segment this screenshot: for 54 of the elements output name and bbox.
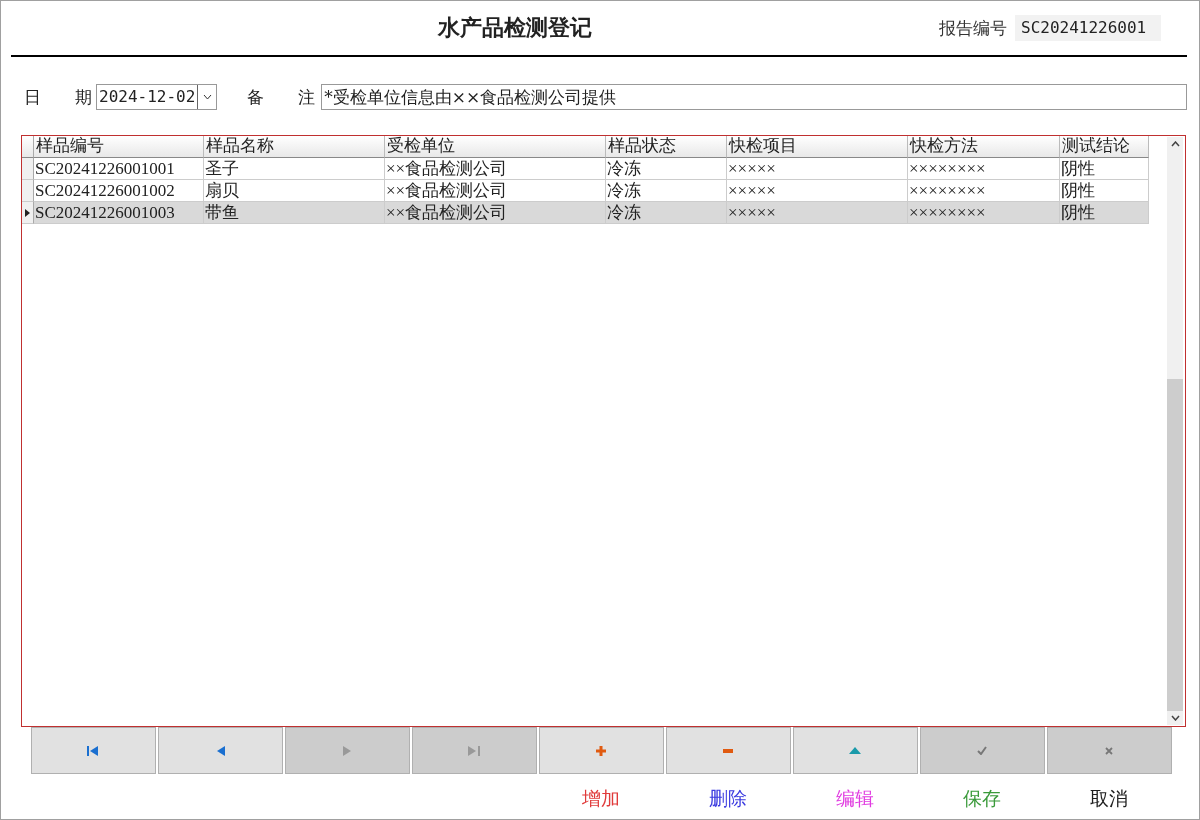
report-number-field[interactable]: SC20241226001 [1015, 15, 1161, 41]
remark-label: 备 注 [247, 85, 316, 109]
table-cell: ×××××××× [908, 158, 1060, 180]
table-cell: 阴性 [1060, 158, 1149, 180]
form-title: 水产品检测登记 [436, 13, 593, 42]
table-cell: 带鱼 [204, 202, 385, 224]
add-button[interactable] [538, 727, 664, 774]
remark-field[interactable]: *受检单位信息由××食品检测公司提供 [321, 84, 1187, 110]
table-cell: SC20241226001003 [34, 202, 204, 224]
table-cell: ××××× [727, 202, 908, 224]
prev-button[interactable] [157, 727, 283, 774]
scroll-down-icon[interactable] [1170, 715, 1180, 721]
up-triangle-icon [849, 747, 861, 754]
column-header[interactable]: 测试结论 [1060, 136, 1149, 158]
column-header[interactable]: 快检方法 [908, 136, 1060, 158]
table-cell: SC20241226001001 [34, 158, 204, 180]
first-button[interactable] [30, 727, 156, 774]
delete-button[interactable] [665, 727, 791, 774]
skip-last-icon [468, 745, 480, 756]
column-header[interactable]: 样品名称 [204, 136, 385, 158]
table-cell: 冷冻 [606, 158, 727, 180]
column-header[interactable]: 受检单位 [385, 136, 606, 158]
skip-first-icon [87, 745, 99, 756]
plus-icon [596, 745, 606, 756]
table-cell: ××食品检测公司 [385, 158, 606, 180]
next-icon [342, 745, 352, 756]
table-cell: 圣子 [204, 158, 385, 180]
button-caption: 保存 [963, 786, 1001, 811]
dropdown-icon [202, 94, 212, 100]
date-picker[interactable]: 2024-12-02 [96, 84, 218, 110]
button-caption: 删除 [709, 786, 747, 811]
table-cell: ××食品检测公司 [385, 202, 606, 224]
edit-button[interactable] [792, 727, 918, 774]
button-caption: 取消 [1090, 786, 1128, 811]
corner-header [22, 136, 34, 158]
previous-icon [215, 745, 225, 756]
minus-icon [723, 748, 733, 753]
table-cell: 阴性 [1060, 202, 1149, 224]
check-icon [977, 746, 987, 755]
close-icon [1105, 746, 1113, 755]
report-number-label: 报告编号 [939, 16, 1007, 40]
button-caption: 增加 [582, 786, 620, 811]
column-header[interactable]: 快检项目 [727, 136, 908, 158]
date-label: 日 期 [24, 85, 92, 109]
table-cell: 冷冻 [606, 202, 727, 224]
table-cell: ×××××××× [908, 202, 1060, 224]
row-pointer-icon [25, 208, 30, 217]
column-header[interactable]: 样品编号 [34, 136, 204, 158]
table-cell: ××××× [727, 158, 908, 180]
button-caption: 编辑 [836, 786, 874, 811]
column-header[interactable]: 样品状态 [606, 136, 727, 158]
vertical-scrollbar[interactable] [1167, 137, 1183, 725]
row-header[interactable] [22, 202, 34, 224]
scroll-up-icon[interactable] [1170, 141, 1180, 147]
